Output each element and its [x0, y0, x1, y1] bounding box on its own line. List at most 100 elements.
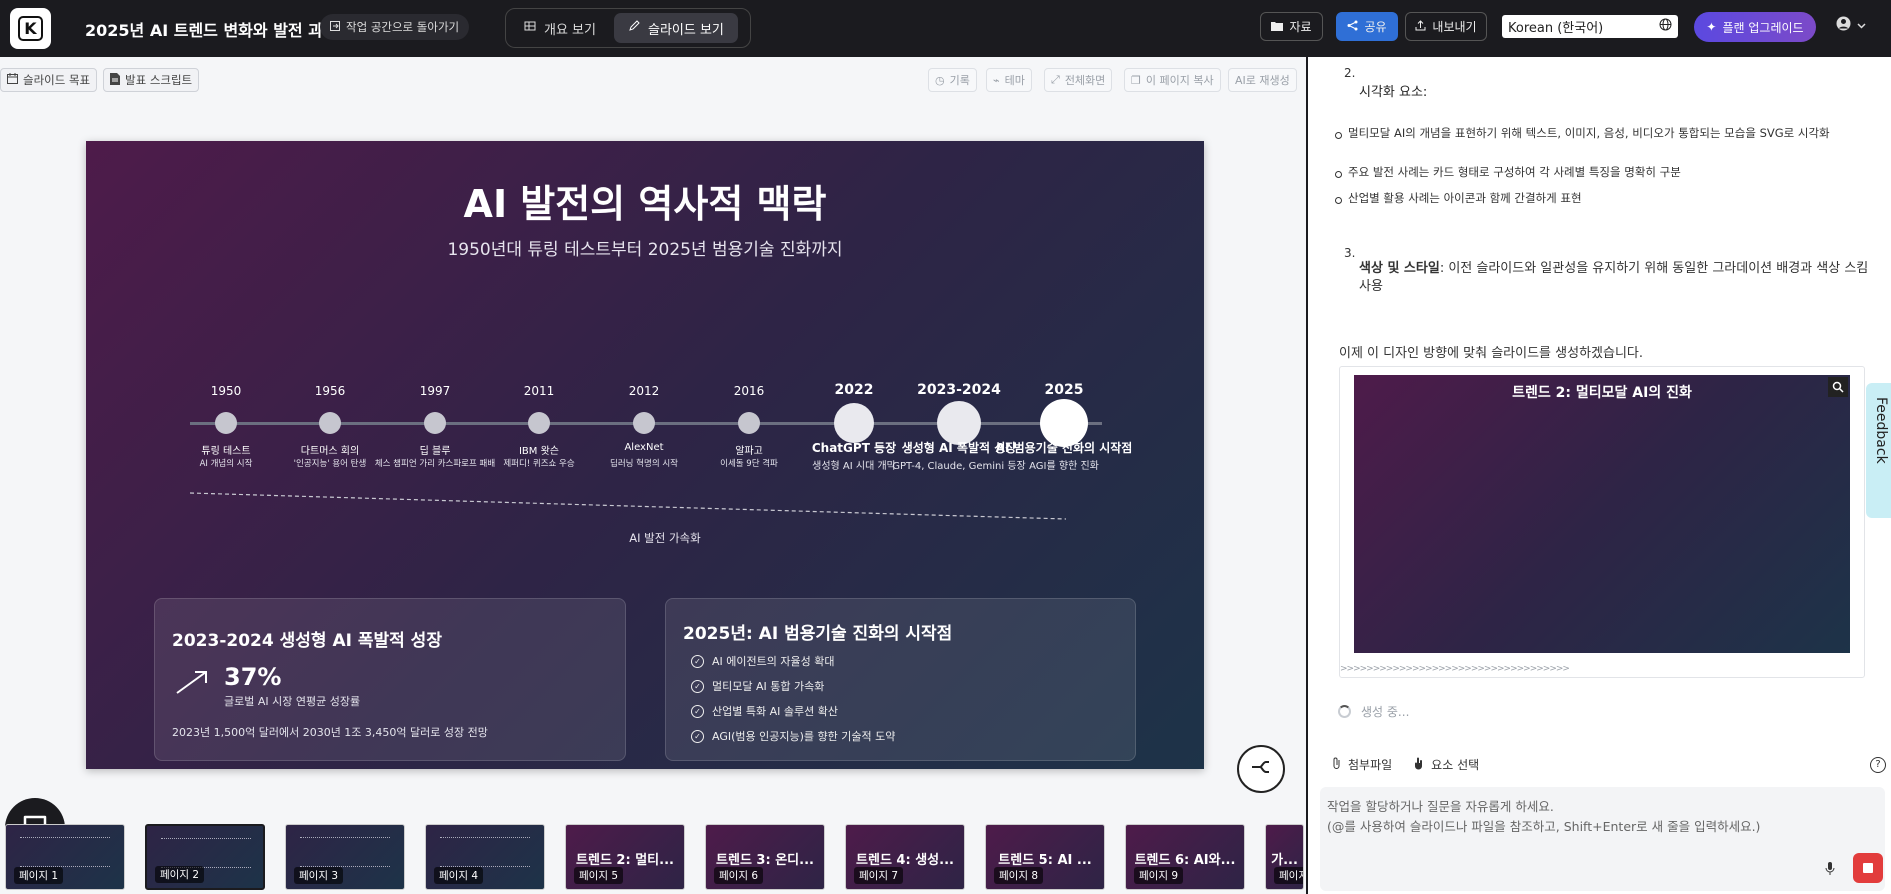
export-label: 내보내기	[1432, 20, 1477, 34]
slide-thumbnail[interactable]: 트렌드 3: 온디... 페이지 6	[705, 824, 825, 890]
paperclip-icon	[1332, 757, 1342, 772]
folder-icon	[1271, 20, 1284, 34]
back-to-workspace-button[interactable]: 작업 공간으로 돌아가기	[320, 14, 470, 40]
outline-view-button[interactable]: 개요 보기	[510, 13, 610, 43]
export-button[interactable]: 내보내기	[1405, 12, 1487, 41]
growth-card-footnote: 2023년 1,500억 달러에서 2030년 1조 3,450억 달러로 성장…	[172, 726, 488, 739]
slide-thumbnail[interactable]: 트렌드 5: AI ... 페이지 8	[985, 824, 1105, 890]
slide-preview-card[interactable]: 트렌드 2: 멀티모달 AI의 진화 >>>>>>>>>>>>>>>>>>>>>…	[1339, 366, 1865, 678]
thumbnail-page-badge: 페이지 4	[434, 867, 483, 884]
checklist-item-text: AI 에이전트의 자율성 확대	[712, 655, 835, 668]
view-toggle: 개요 보기 슬라이드 보기	[505, 8, 751, 48]
regenerate-button[interactable]: AI로 재생성	[1228, 68, 1297, 92]
thumbnail-title: 트렌드 4: 생성...	[856, 853, 954, 868]
thumbnail-preview-lines	[161, 838, 251, 868]
attach-button[interactable]: 첨부파일	[1332, 756, 1392, 773]
general-tech-card-title: 2025년: AI 범용기술 진화의 시작점	[683, 624, 953, 644]
item2-bullet: 멀티모달 AI의 개념을 표현하기 위해 텍스트, 이미지, 음성, 비디오가 …	[1335, 126, 1868, 140]
timeline-dot	[319, 412, 341, 434]
pointer-hand-icon	[1414, 757, 1425, 773]
select-element-button[interactable]: 요소 선택	[1414, 756, 1479, 773]
thumbnail-preview-lines	[300, 837, 390, 867]
checklist-item: ✓ 멀티모달 AI 통합 가속화	[691, 678, 824, 694]
preview-title: 트렌드 2: 멀티모달 AI의 진화	[1512, 385, 1692, 401]
feedback-label: Feedback	[1873, 397, 1889, 464]
timeline-year: 2025	[1044, 382, 1084, 398]
item3-paragraph: 색상 및 스타일: 이전 슬라이드와 일관성을 유지하기 위해 동일한 그라데이…	[1359, 260, 1884, 295]
zoom-icon[interactable]	[1828, 377, 1848, 397]
timeline-dot	[738, 412, 760, 434]
check-circle-icon: ✓	[691, 729, 704, 743]
microphone-icon[interactable]	[1825, 862, 1835, 879]
top-bar: K 2025년 AI 트렌드 변화와 발전 과제 작업 공간으로 돌아가기 개요…	[0, 0, 1891, 57]
acceleration-label: AI 발전 가속화	[629, 531, 701, 545]
slide-title: AI 발전의 역사적 맥락	[463, 182, 827, 226]
timeline-description: AGI를 향한 진화	[1029, 461, 1099, 472]
timeline-label: AI 범용기술 진화의 시작점	[995, 441, 1133, 455]
share-label: 공유	[1364, 20, 1387, 34]
clock-icon: ◷	[935, 73, 945, 87]
item2-number: 2.	[1344, 66, 1356, 80]
acceleration-dashed-line	[190, 492, 1067, 520]
copy-page-button[interactable]: ❐ 이 페이지 복사	[1124, 68, 1221, 92]
item3-heading: 색상 및 스타일	[1359, 261, 1440, 276]
slide-thumbnail[interactable]: 페이지 3	[285, 824, 405, 890]
generating-status: 생성 중...	[1338, 703, 1409, 720]
slide-goal-button[interactable]: 슬라이드 목표	[0, 68, 98, 92]
select-element-label: 요소 선택	[1431, 758, 1480, 772]
upgrade-plan-button[interactable]: ✦ 플랜 업그레이드	[1694, 12, 1816, 42]
thumbnail-title: 트렌드 5: AI ...	[998, 853, 1092, 868]
branch-action-button[interactable]	[1237, 745, 1285, 793]
slide-view-button[interactable]: 슬라이드 보기	[613, 13, 738, 43]
logo-letter: K	[18, 16, 43, 41]
globe-icon	[1659, 18, 1672, 35]
composer-placeholder-line2: (@를 사용하여 슬라이드나 파일을 참조하고, Shift+Enter로 새 …	[1327, 819, 1761, 834]
language-select[interactable]: Korean (한국어)	[1502, 15, 1678, 38]
slide-thumbnail[interactable]: 트렌드 6: AI와... 페이지 9	[1125, 824, 1245, 890]
slide-canvas[interactable]: AI 발전의 역사적 맥락 1950년대 튜링 테스트부터 2025년 범용기술…	[86, 141, 1204, 769]
message-input[interactable]: 작업을 할당하거나 질문을 자유롭게 하세요. (@를 사용하여 슬라이드나 파…	[1320, 787, 1885, 891]
theme-button[interactable]: ⌁ 테마	[986, 68, 1032, 92]
branch-icon	[1251, 759, 1271, 780]
account-menu[interactable]	[1836, 16, 1866, 35]
document-title[interactable]: 2025년 AI 트렌드 변화와 발전 과제	[85, 17, 338, 41]
slide-goal-label: 슬라이드 목표	[23, 73, 91, 87]
composer-placeholder-line1: 작업을 할당하거나 질문을 자유롭게 하세요.	[1327, 799, 1554, 814]
stop-generation-button[interactable]	[1853, 853, 1883, 883]
expand-icon: ⤢	[1051, 73, 1060, 86]
slide-thumbnail[interactable]: 페이지 4	[425, 824, 545, 890]
slide-thumbnail[interactable]: 페이지 1	[5, 824, 125, 890]
history-button[interactable]: ◷ 기록	[928, 68, 977, 92]
thumbnail-page-badge: 페이지 5	[574, 867, 623, 884]
sparkle-icon: ✦	[1706, 20, 1717, 34]
slide-thumbnail[interactable]: 트렌드 2: 멀티... 페이지 5	[565, 824, 685, 890]
slide-thumbnail[interactable]: 트렌드 4: 생성... 페이지 7	[845, 824, 965, 890]
attach-label: 첨부파일	[1348, 758, 1393, 772]
app-logo[interactable]: K	[10, 8, 51, 49]
feedback-tab[interactable]: Feedback	[1866, 383, 1891, 518]
grid-icon	[524, 20, 536, 36]
thumbnail-page-badge: 페이지 6	[714, 867, 763, 884]
slide-thumbnail[interactable]: 페이지 2	[145, 824, 265, 890]
general-tech-card: 2025년: AI 범용기술 진화의 시작점 ✓ AI 에이전트의 자율성 확대 ✓…	[665, 598, 1136, 761]
thumbnail-page-badge: 페이지 9	[1134, 867, 1183, 884]
chevron-down-icon	[1857, 18, 1866, 33]
pencil-icon	[628, 20, 640, 36]
trend-up-arrow-icon	[175, 669, 209, 699]
slide-view-label: 슬라이드 보기	[647, 22, 724, 38]
help-icon[interactable]: ?	[1870, 756, 1886, 773]
growth-card: 2023-2024 생성형 AI 폭발적 성장 37% 글로벌 AI 시장 연평…	[154, 598, 626, 761]
document-icon	[110, 72, 120, 88]
script-button[interactable]: 발표 스크립트	[103, 68, 200, 92]
fullscreen-label: 전체화면	[1064, 74, 1106, 87]
checklist-item: ✓ 산업별 특화 AI 솔루션 확산	[691, 703, 838, 719]
slide-thumbnail[interactable]: 가...페이지 10	[1265, 824, 1304, 890]
materials-button[interactable]: 자료	[1260, 12, 1323, 41]
materials-label: 자료	[1289, 20, 1312, 34]
fullscreen-button[interactable]: ⤢ 전체화면	[1044, 68, 1113, 92]
thumbnail-page-badge: 페이지 7	[854, 867, 903, 884]
share-button[interactable]: 공유	[1336, 12, 1398, 41]
theme-label: 테마	[1004, 74, 1025, 87]
growth-card-title: 2023-2024 생성형 AI 폭발적 성장	[172, 631, 442, 651]
growth-stat-label: 글로벌 AI 시장 연평균 성장률	[224, 695, 361, 708]
